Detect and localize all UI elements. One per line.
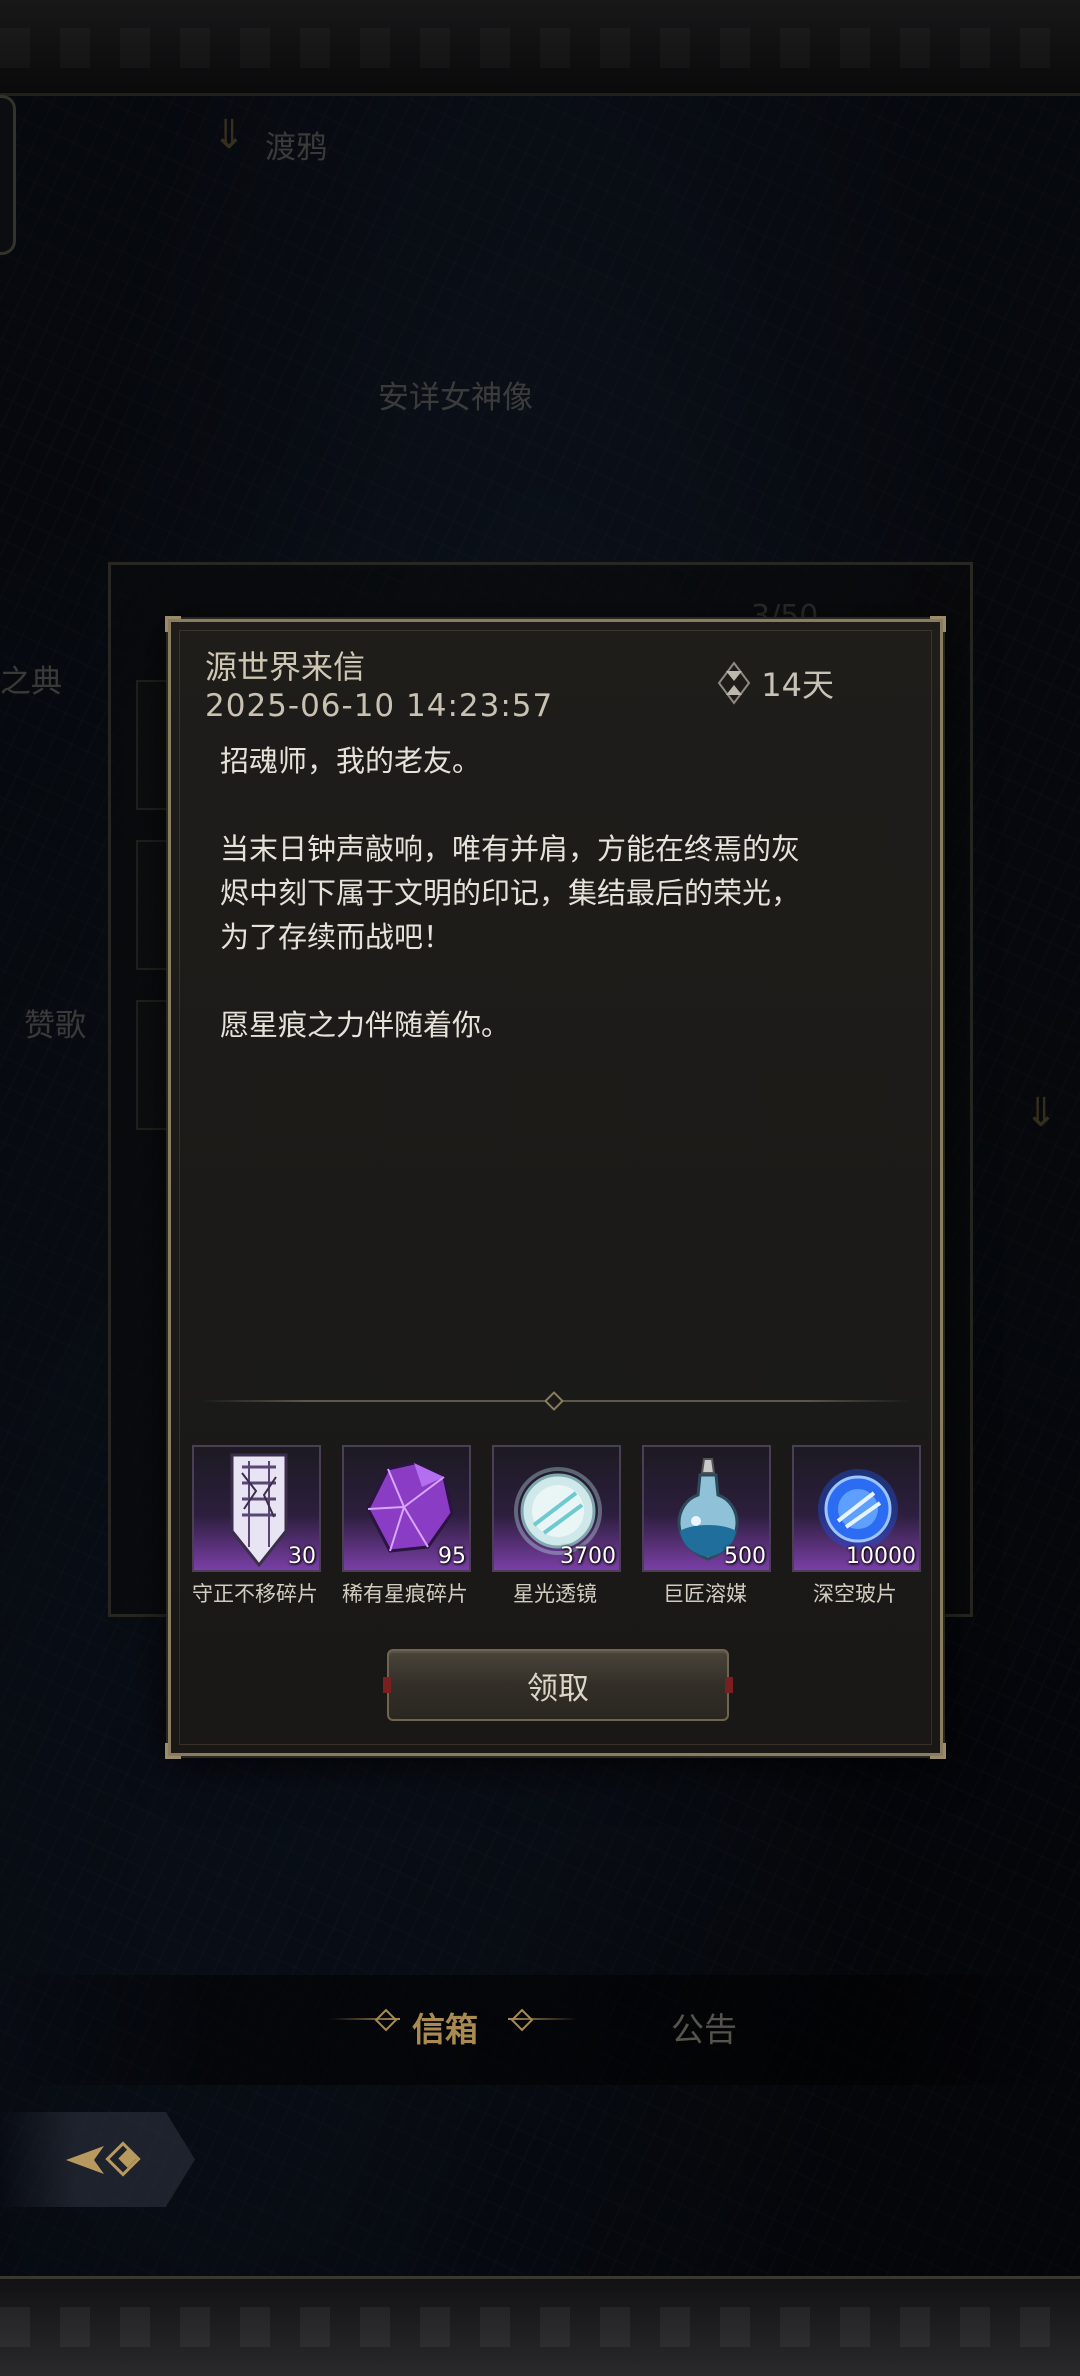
back-arrow-icon <box>66 2141 141 2177</box>
reward-name: 深空玻片 <box>813 1582 897 1606</box>
claim-button-label: 领取 <box>527 1670 589 1707</box>
corner-ornament <box>165 616 181 632</box>
mail-date: 2025-06-10 14:23:57 <box>205 688 554 724</box>
reward-count: 500 <box>724 1544 766 1569</box>
mail-greeting: 招魂师，我的老友。 <box>220 744 482 778</box>
reward-name: 星光透镜 <box>513 1582 597 1606</box>
reward-icon-box: 500 <box>642 1445 771 1572</box>
mail-body: 招魂师，我的老友。 当末日钟声敲响，唯有并肩，方能在终焉的灰 烬中刻下属于文明的… <box>220 739 910 1042</box>
reward-count: 10000 <box>846 1544 916 1569</box>
tab-mailbox[interactable]: 信箱 <box>412 2003 478 2051</box>
tab-ornament-right-icon <box>508 2008 578 2030</box>
reward-icon-box: 10000 <box>792 1445 921 1572</box>
reward-count: 30 <box>288 1544 316 1569</box>
mail-closing: 愿星痕之力伴随着你。 <box>220 1008 511 1042</box>
mail-paragraph: 当末日钟声敲响，唯有并肩，方能在终焉的灰 烬中刻下属于文明的印记，集结最后的荣光… <box>220 832 801 954</box>
reward-name: 巨匠溶媒 <box>663 1582 747 1606</box>
claim-button[interactable]: 领取 <box>383 1649 733 1721</box>
reward-name: 稀有星痕碎片 <box>342 1582 468 1606</box>
corner-ornament <box>930 1743 946 1759</box>
reward-icon-box: 3700 <box>492 1445 621 1572</box>
mail-title: 源世界来信 <box>205 648 366 686</box>
reward-count: 3700 <box>560 1544 616 1569</box>
bottom-frame <box>0 2276 1080 2376</box>
tab-announcement[interactable]: 公告 <box>671 2003 737 2051</box>
mail-dialog: 源世界来信 2025-06-10 14:23:57 14天 招魂师，我的老友。 … <box>165 616 946 1759</box>
reward-name: 守正不移碎片 <box>192 1582 318 1606</box>
mail-tabs-bar <box>0 1975 1080 2085</box>
reward-list: 30 守正不移碎片 95 稀有星痕碎片 3700 星光透镜 500 巨匠溶媒 1… <box>180 1445 930 1606</box>
reward-icon-box: 95 <box>342 1445 471 1572</box>
tab-ornament-left-icon <box>330 2008 400 2030</box>
divider-gem-icon <box>544 1391 564 1411</box>
expire-indicator: 14天 <box>717 660 834 706</box>
reward-icon-box: 30 <box>192 1445 321 1572</box>
reward-count: 95 <box>438 1544 466 1569</box>
corner-ornament <box>165 1743 181 1759</box>
hourglass-icon <box>718 661 751 705</box>
corner-ornament <box>930 616 946 632</box>
expire-days: 14天 <box>761 666 834 704</box>
